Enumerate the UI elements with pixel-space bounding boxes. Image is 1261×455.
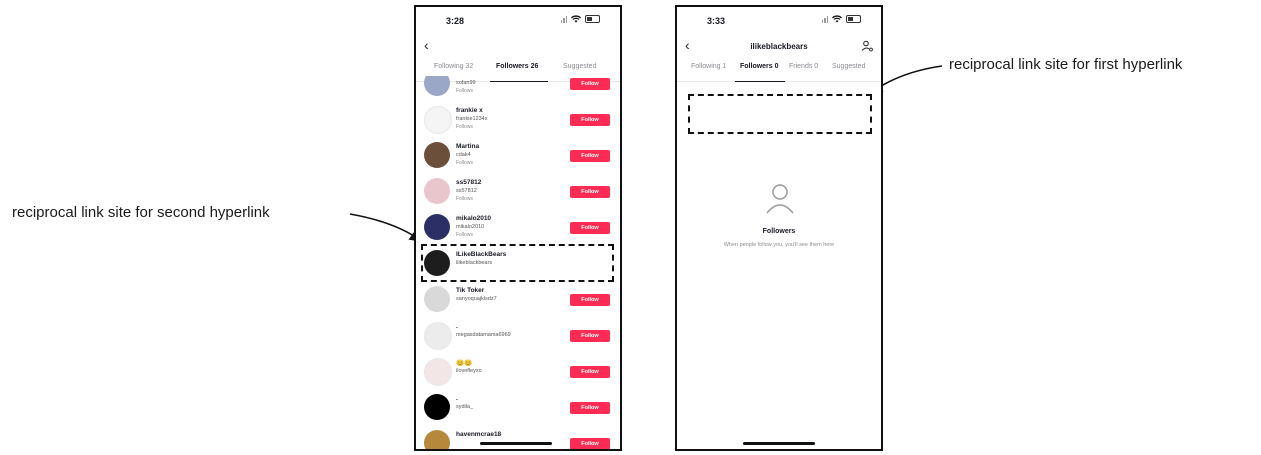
highlight-first-hyperlink (688, 94, 872, 134)
username: mikalo2010 (456, 215, 492, 222)
username: . (456, 323, 458, 330)
user-handle: cdak4 (456, 152, 471, 158)
follow-button[interactable]: Follow (570, 114, 610, 126)
follow-button[interactable]: Follow (570, 186, 610, 198)
wifi-icon (832, 15, 842, 23)
signal-icon (560, 15, 567, 23)
user-handle: sanyoquajklsdz7 (456, 296, 497, 302)
follow-button[interactable]: Follow (570, 402, 610, 414)
signal-icon (821, 15, 828, 23)
annotation-second-hyperlink: reciprocal link site for second hyperlin… (12, 204, 270, 221)
profile-title: ilikeblackbears (750, 42, 808, 51)
follow-button[interactable]: Follow (570, 78, 610, 90)
user-handle: sydila_ (456, 404, 474, 410)
follows-you-label: Follows (456, 196, 473, 202)
user-handle: megasdatamama6969 (456, 332, 511, 338)
username: ss57812 (456, 179, 482, 186)
list-item[interactable]: havenmcrae18 Follow (416, 426, 620, 449)
battery-icon (585, 15, 600, 23)
username: Martina (456, 143, 480, 150)
tab-suggested[interactable]: Suggested (563, 63, 596, 70)
avatar[interactable] (424, 106, 452, 134)
home-indicator (480, 442, 552, 445)
list-item[interactable]: . sydila_ Follow (416, 390, 620, 426)
avatar[interactable] (424, 76, 450, 96)
username: havenmcrae18 (456, 431, 502, 438)
tab-friends[interactable]: Friends 0 (789, 63, 818, 70)
follow-button[interactable]: Follow (570, 150, 610, 162)
tab-followers[interactable]: Followers 26 (496, 63, 538, 70)
avatar[interactable] (424, 178, 450, 204)
follows-you-label: Follows (456, 124, 473, 130)
list-item[interactable]: . megasdatamama6969 Follow (416, 318, 620, 354)
status-time: 3:33 (707, 16, 726, 26)
arrow-to-second-link (349, 213, 423, 242)
back-icon[interactable]: ‹ (424, 37, 429, 53)
follows-you-label: Follows (456, 88, 473, 94)
list-item[interactable]: 😊😊 ilovefleyxo Follow (416, 354, 620, 390)
wifi-icon (571, 15, 581, 23)
username: . (456, 395, 458, 402)
tab-suggested[interactable]: Suggested (832, 63, 865, 70)
list-item[interactable]: ss57812 ss57812 Follows Follow (416, 174, 620, 210)
avatar[interactable] (424, 142, 450, 168)
avatar[interactable] (424, 394, 450, 420)
phone-screenshot-empty-followers: 3:33 ‹ ilikeblackbears Following 1 Follo… (675, 5, 883, 451)
user-handle: frankie1234x (456, 116, 488, 122)
home-indicator (743, 442, 815, 445)
status-icons (821, 15, 861, 23)
empty-state-description: When people follow you, you'll see them … (723, 242, 835, 248)
battery-icon (846, 15, 861, 23)
phone-screenshot-followers-list: 3:28 ‹ Following 32 Followers 26 Suggest… (414, 5, 622, 451)
tab-following[interactable]: Following 1 (691, 63, 726, 70)
follow-button[interactable]: Follow (570, 222, 610, 234)
user-handle: sofan99 (456, 80, 476, 86)
follow-button[interactable]: Follow (570, 294, 610, 306)
person-icon (766, 184, 794, 214)
avatar[interactable] (424, 214, 450, 240)
username: 😊😊 (456, 360, 473, 367)
tab-bar: Following 1 Followers 0 Friends 0 Sugges… (677, 61, 881, 82)
avatar[interactable] (424, 322, 452, 350)
username: Tik Toker (456, 287, 485, 294)
status-icons (560, 15, 600, 23)
add-friend-icon[interactable] (861, 40, 873, 52)
avatar[interactable] (424, 430, 450, 449)
avatar[interactable] (424, 286, 450, 312)
follow-button[interactable]: Follow (570, 366, 610, 378)
user-handle: mikalo2010 (456, 224, 485, 230)
annotation-first-hyperlink: reciprocal link site for first hyperlink (949, 56, 1183, 73)
list-item[interactable]: Tik Toker sanyoquajklsdz7 Follow (416, 282, 620, 318)
highlight-second-hyperlink (421, 244, 614, 282)
follows-you-label: Follows (456, 232, 473, 238)
list-item[interactable]: sofan99 Follows Follow (416, 76, 620, 102)
user-handle: ilovefleyxo (456, 368, 482, 374)
follow-button[interactable]: Follow (570, 438, 610, 449)
follows-you-label: Follows (456, 160, 473, 166)
list-item[interactable]: frankie x frankie1234x Follows Follow (416, 102, 620, 138)
avatar[interactable] (424, 358, 452, 386)
user-handle: ss57812 (456, 188, 477, 194)
status-time: 3:28 (446, 16, 465, 26)
username: frankie x (456, 107, 483, 114)
list-item[interactable]: mikalo2010 mikalo2010 Follows Follow (416, 210, 620, 246)
empty-state-title: Followers (762, 228, 796, 235)
tab-followers[interactable]: Followers 0 (740, 63, 779, 70)
list-item[interactable]: Martina cdak4 Follows Follow (416, 138, 620, 174)
tab-following[interactable]: Following 32 (434, 63, 473, 70)
active-tab-underline (735, 80, 785, 82)
follow-button[interactable]: Follow (570, 330, 610, 342)
